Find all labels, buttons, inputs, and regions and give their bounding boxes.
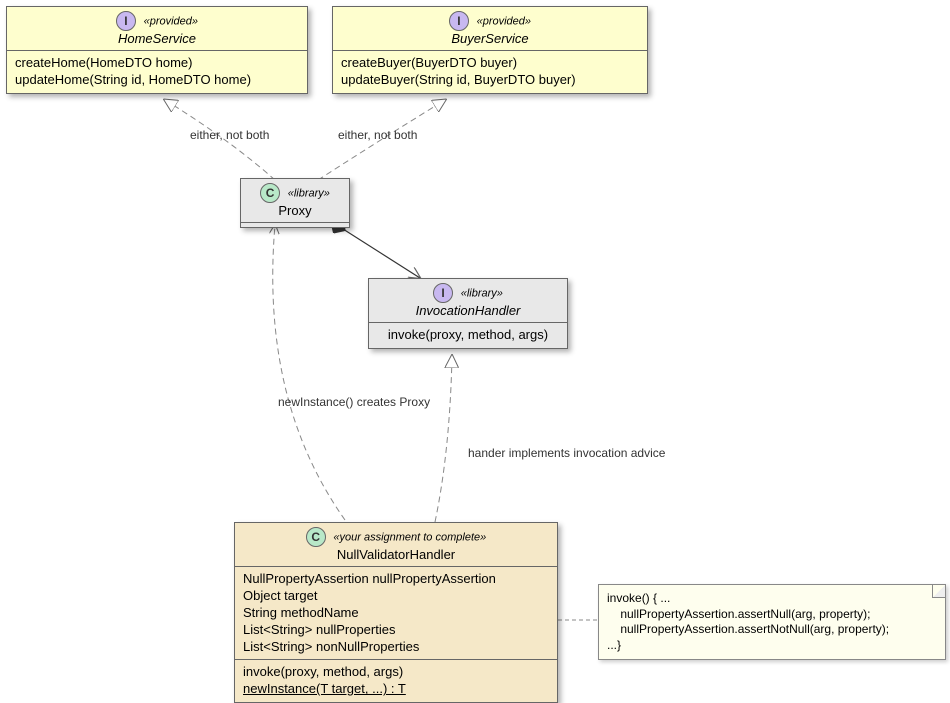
method-row: createHome(HomeDTO home) [15,55,299,72]
attr-row: List<String> nonNullProperties [243,639,549,656]
interface-icon: I [433,283,453,303]
buyerservice-name: BuyerService [451,31,528,46]
note-box: invoke() { ... nullPropertyAssertion.ass… [598,584,946,660]
label-either-left: either, not both [190,128,269,142]
class-icon: C [306,527,326,547]
nullvalidator-methods: invoke(proxy, method, args) newInstance(… [235,660,557,702]
note-fold-icon [932,585,945,598]
proxy-name: Proxy [278,203,311,218]
nullvalidator-title: C «your assignment to complete» NullVali… [235,523,557,567]
nullvalidator-name: NullValidatorHandler [337,547,455,562]
method-row: createBuyer(BuyerDTO buyer) [341,55,639,72]
attr-row: Object target [243,588,549,605]
label-newinstance: newInstance() creates Proxy [278,395,430,409]
attr-row: String methodName [243,605,549,622]
label-handler-impl: hander implements invocation advice [468,446,665,460]
proxy-empty [241,223,349,227]
note-line: nullPropertyAssertion.assertNull(arg, pr… [607,607,937,623]
invocationhandler-interface: I «library» InvocationHandler invoke(pro… [368,278,568,349]
interface-icon: I [116,11,136,31]
label-either-right: either, not both [338,128,417,142]
buyerservice-title: I «provided» BuyerService [333,7,647,51]
buyerservice-stereo: «provided» [477,15,531,27]
method-row: invoke(proxy, method, args) [243,664,549,681]
proxy-class: C «library» Proxy [240,178,350,228]
proxy-title: C «library» Proxy [241,179,349,223]
invocationhandler-title: I «library» InvocationHandler [369,279,567,323]
nullvalidator-attrs: NullPropertyAssertion nullPropertyAssert… [235,567,557,660]
homeservice-interface: I «provided» HomeService createHome(Home… [6,6,308,94]
invocationhandler-methods: invoke(proxy, method, args) [369,323,567,348]
attr-row: List<String> nullProperties [243,622,549,639]
proxy-stereo: «library» [288,187,330,199]
homeservice-title: I «provided» HomeService [7,7,307,51]
note-line: ...} [607,638,937,654]
class-icon: C [260,183,280,203]
method-row: invoke(proxy, method, args) [377,327,559,344]
note-line: nullPropertyAssertion.assertNotNull(arg,… [607,622,937,638]
attr-row: NullPropertyAssertion nullPropertyAssert… [243,571,549,588]
nullvalidator-stereo: «your assignment to complete» [333,531,486,543]
method-row: newInstance(T target, ...) : T [243,681,549,698]
homeservice-name: HomeService [118,31,196,46]
homeservice-stereo: «provided» [144,15,198,27]
nullvalidator-class: C «your assignment to complete» NullVali… [234,522,558,703]
invocationhandler-stereo: «library» [461,287,503,299]
method-row: updateBuyer(String id, BuyerDTO buyer) [341,72,639,89]
interface-icon: I [449,11,469,31]
homeservice-methods: createHome(HomeDTO home) updateHome(Stri… [7,51,307,93]
buyerservice-methods: createBuyer(BuyerDTO buyer) updateBuyer(… [333,51,647,93]
invocationhandler-name: InvocationHandler [416,303,521,318]
method-row: updateHome(String id, HomeDTO home) [15,72,299,89]
note-line: invoke() { ... [607,591,937,607]
buyerservice-interface: I «provided» BuyerService createBuyer(Bu… [332,6,648,94]
